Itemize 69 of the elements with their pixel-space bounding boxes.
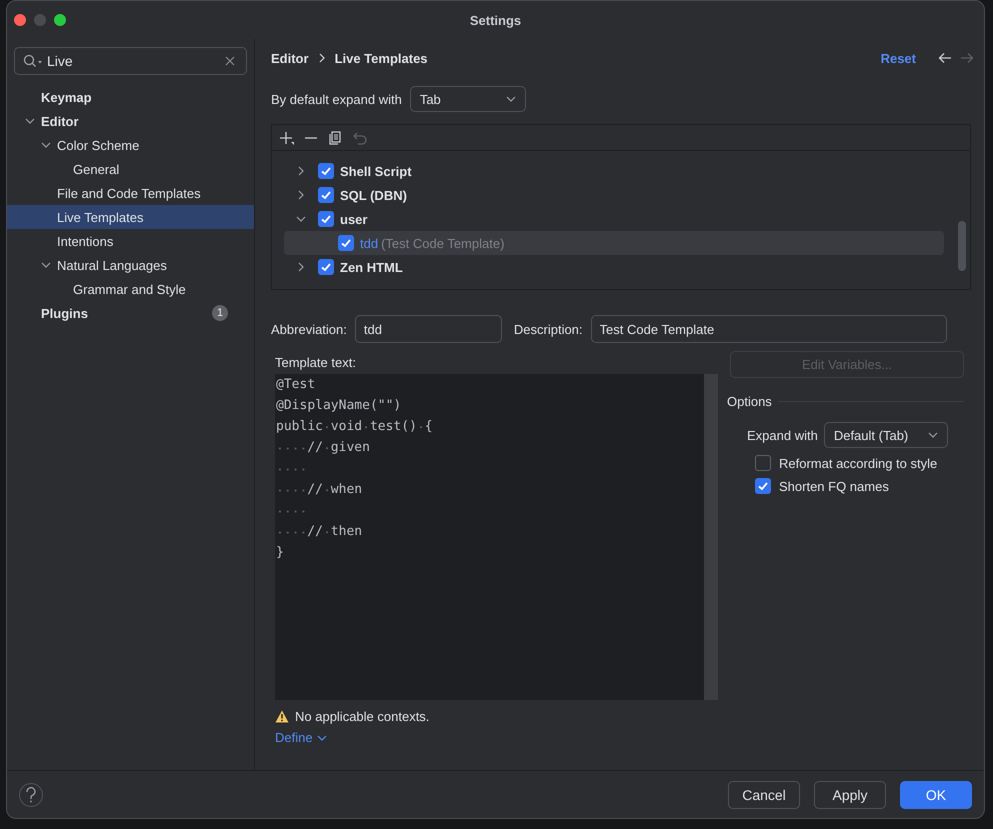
warning-text: No applicable contexts.	[295, 709, 430, 724]
add-icon	[278, 130, 295, 146]
code-line: }	[276, 544, 284, 562]
undo-icon	[352, 130, 369, 146]
checkbox[interactable]	[338, 235, 354, 251]
sidebar-item[interactable]: General	[7, 157, 254, 181]
template-row[interactable]: Shell Script	[284, 159, 944, 183]
code-line: // when	[307, 481, 362, 499]
code-line: // given	[307, 439, 370, 457]
sidebar-item[interactable]: Live Templates	[7, 205, 254, 229]
sidebar-item[interactable]: Keymap	[7, 85, 254, 109]
scrollbar[interactable]	[958, 221, 966, 271]
sidebar-item[interactable]: Plugins 1	[7, 301, 254, 325]
warning-icon	[275, 710, 289, 723]
dropdown[interactable]: Default (Tab)	[824, 422, 948, 448]
chevron-down-icon	[316, 732, 327, 742]
field-label: By default expand with	[271, 92, 402, 106]
field-label: Abbreviation:	[271, 322, 347, 336]
code-line: public void test() {	[276, 418, 433, 436]
breadcrumb-item: Live Templates	[334, 50, 428, 66]
code-line: @DisplayName("")	[276, 397, 402, 415]
dialog-button[interactable]: Apply	[814, 780, 886, 808]
search-icon	[23, 54, 43, 68]
close-button[interactable]	[14, 14, 26, 26]
template-row[interactable]: Zen HTML	[284, 255, 944, 279]
sidebar-item[interactable]: Color Scheme	[7, 133, 254, 157]
question-mark-icon	[25, 786, 37, 802]
sidebar-item[interactable]: File and Code Templates	[7, 181, 254, 205]
zoom-button[interactable]	[54, 14, 66, 26]
checkbox[interactable]	[318, 163, 334, 179]
count-badge: 1	[212, 305, 228, 321]
description-field[interactable]: Test Code Template	[590, 315, 947, 343]
field-label: Expand with	[747, 428, 818, 442]
chevron-down-icon	[928, 430, 938, 440]
dialog-button[interactable]: Cancel	[728, 780, 800, 808]
code-editor[interactable]: @Test @DisplayName("") public void test() { // given // when // then }	[275, 374, 718, 700]
checkbox-label: Reformat according to style	[779, 456, 938, 470]
scrollbar[interactable]	[704, 374, 718, 700]
field-label: Template text:	[275, 355, 357, 370]
arrow-left-icon	[938, 52, 952, 64]
sidebar-item[interactable]: Intentions	[7, 229, 254, 253]
template-row[interactable]: SQL (DBN)	[284, 183, 944, 207]
chevron-down-icon	[506, 94, 516, 104]
dropdown[interactable]: Tab	[410, 86, 526, 112]
checkbox-label: Shorten FQ names	[779, 478, 889, 494]
checkbox[interactable]	[318, 211, 334, 227]
search-field[interactable]: Live	[14, 47, 247, 75]
sidebar-item[interactable]: Editor	[7, 109, 254, 133]
field-label: Description:	[514, 322, 583, 336]
checkbox[interactable]	[318, 259, 334, 275]
template-row[interactable]: user	[284, 207, 944, 231]
chevron-right-icon	[316, 53, 327, 63]
arrow-right-icon	[960, 52, 974, 64]
checkbox[interactable]	[318, 187, 334, 203]
abbreviation-field[interactable]: tdd	[354, 315, 502, 343]
checkbox[interactable]	[755, 478, 771, 494]
reset-link[interactable]: Reset	[880, 50, 916, 66]
code-line: // then	[307, 523, 362, 541]
define-link[interactable]: Define	[275, 730, 327, 745]
window-title: Settings	[468, 12, 522, 28]
clear-icon	[225, 56, 235, 66]
section-title: Options	[727, 394, 772, 409]
code-line: @Test	[276, 376, 316, 394]
breadcrumb-item[interactable]: Editor	[271, 50, 309, 66]
checkbox[interactable]	[755, 455, 771, 471]
sidebar-item[interactable]: Grammar and Style	[7, 277, 254, 301]
sidebar-item[interactable]: Natural Languages	[7, 253, 254, 277]
help-button[interactable]	[19, 782, 43, 806]
ok-button[interactable]: OK	[900, 780, 972, 808]
